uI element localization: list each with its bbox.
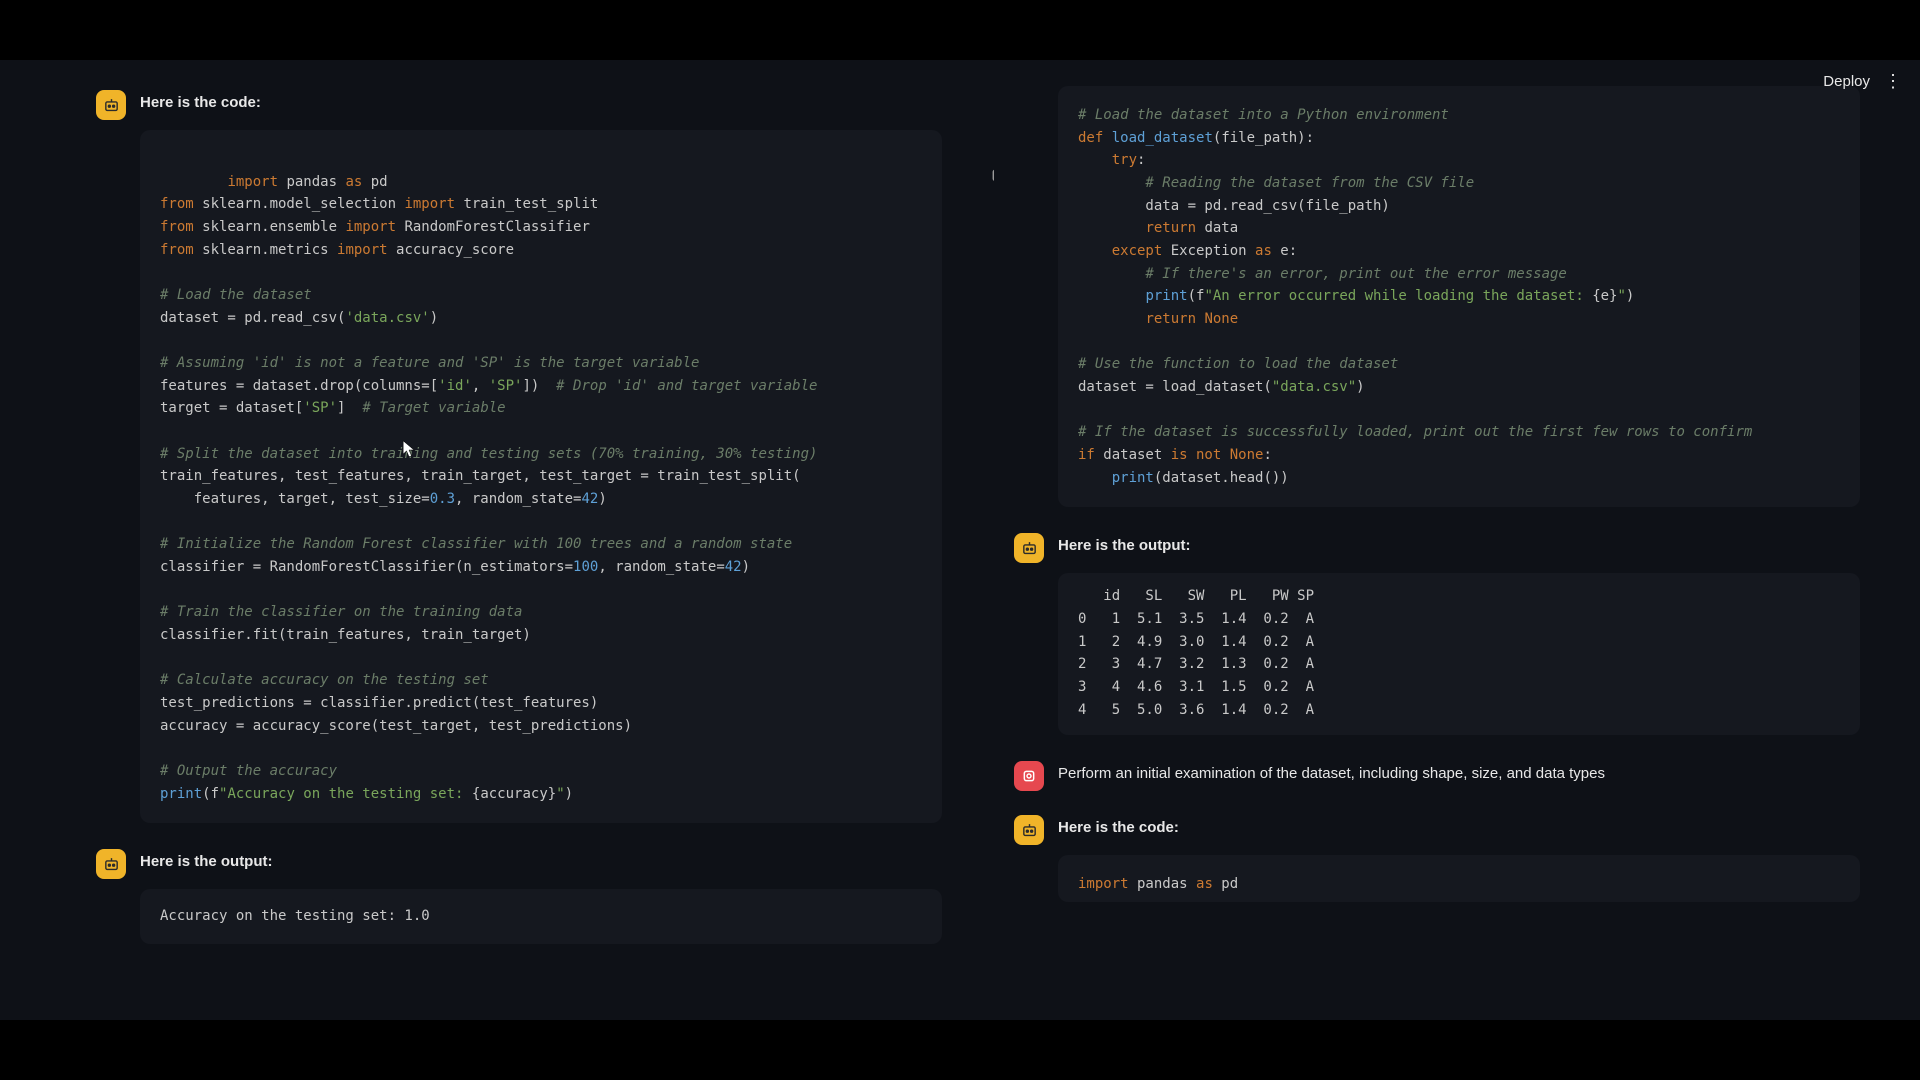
message-text: Perform an initial examination of the da…: [1058, 761, 1605, 782]
output-block: id SL SW PL PW SP 0 1 5.1 3.5 1.4 0.2 A …: [1058, 573, 1860, 735]
output-block: Accuracy on the testing set: 1.0: [140, 889, 942, 944]
right-column: # Load the dataset into a Python environ…: [994, 60, 1920, 1020]
code-block: import pandas as pd from sklearn.model_s…: [140, 130, 942, 823]
columns: Here is the code: import pandas as pd fr…: [0, 60, 1920, 1020]
letterbox-bottom: [0, 1020, 1920, 1080]
assistant-avatar-icon: [96, 90, 126, 120]
assistant-message: Here is the output:: [1014, 533, 1860, 563]
message-text: Here is the output:: [140, 849, 273, 870]
assistant-avatar-icon: [1014, 533, 1044, 563]
app-canvas: Deploy ⋮ Here is the code: import pandas…: [0, 60, 1920, 1020]
left-column: Here is the code: import pandas as pd fr…: [0, 60, 994, 1020]
assistant-message: Here is the code:: [96, 90, 942, 120]
user-message: Perform an initial examination of the da…: [1014, 761, 1860, 791]
assistant-message: Here is the code:: [1014, 815, 1860, 845]
assistant-message: Here is the output:: [96, 849, 942, 879]
message-text: Here is the output:: [1058, 533, 1191, 554]
assistant-avatar-icon: [1014, 815, 1044, 845]
user-avatar-icon: [1014, 761, 1044, 791]
code-block: import pandas as pd: [1058, 855, 1860, 902]
copy-icon[interactable]: [906, 144, 928, 166]
message-text: Here is the code:: [1058, 815, 1179, 836]
kebab-menu-icon[interactable]: ⋮: [1884, 72, 1902, 90]
deploy-button[interactable]: Deploy: [1823, 73, 1870, 90]
letterbox-top: [0, 0, 1920, 60]
code-block: # Load the dataset into a Python environ…: [1058, 86, 1860, 507]
topbar: Deploy ⋮: [1823, 72, 1902, 90]
message-text: Here is the code:: [140, 90, 261, 111]
assistant-avatar-icon: [96, 849, 126, 879]
